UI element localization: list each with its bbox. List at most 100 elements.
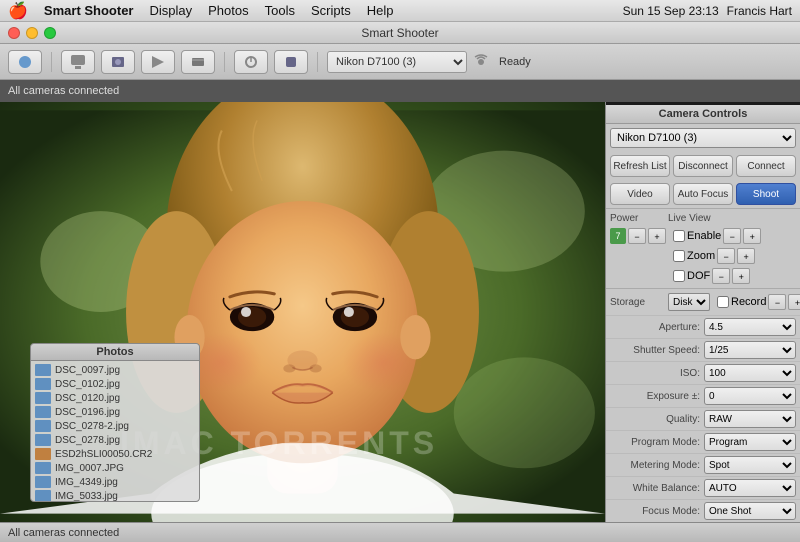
setting-label: Metering Mode:: [610, 460, 704, 471]
toolbar-icon-btn-2[interactable]: [61, 50, 95, 74]
photo-list-item[interactable]: DSC_0120.jpg: [31, 391, 199, 405]
zoom-checkbox[interactable]: [673, 250, 685, 262]
storage-section: Storage Disk Record − +: [606, 288, 800, 315]
photo-filename: DSC_0196.jpg: [55, 407, 120, 418]
close-button[interactable]: [8, 27, 20, 39]
setting-row: Program Mode:Program: [606, 430, 800, 453]
scripts-menu[interactable]: Scripts: [311, 3, 351, 18]
camera-selector-row: Nikon D7100 (3): [606, 124, 800, 152]
setting-row: Quality:RAW: [606, 407, 800, 430]
photo-thumbnail: [35, 378, 51, 390]
apple-menu[interactable]: 🍎: [8, 1, 28, 21]
settings-list: Aperture:4.5Shutter Speed:1/25ISO:100Exp…: [606, 315, 800, 522]
photos-menu[interactable]: Photos: [208, 3, 248, 18]
record-minus-button[interactable]: −: [768, 294, 786, 310]
power-minus-button[interactable]: −: [628, 228, 646, 244]
photo-list-item[interactable]: ESD2hSLI00050.CR2: [31, 447, 199, 461]
photo-list-item[interactable]: DSC_0278-2.jpg: [31, 419, 199, 433]
statusbar-text: All cameras connected: [8, 527, 119, 539]
photo-filename: DSC_0097.jpg: [55, 365, 120, 376]
tools-menu[interactable]: Tools: [265, 3, 295, 18]
camera-dropdown[interactable]: Nikon D7100 (3): [610, 128, 796, 148]
toolbar-icon-btn-7[interactable]: [274, 50, 308, 74]
photo-list-item[interactable]: IMG_4349.jpg: [31, 475, 199, 489]
refresh-list-button[interactable]: Refresh List: [610, 155, 670, 177]
toolbar-icon-btn-3[interactable]: [101, 50, 135, 74]
toolbar-icon-btn-4[interactable]: [141, 50, 175, 74]
record-checkbox[interactable]: [717, 296, 729, 308]
setting-label: Quality:: [610, 414, 704, 425]
photo-list-item[interactable]: IMG_5033.jpg: [31, 489, 199, 501]
dof-plus-button[interactable]: +: [732, 268, 750, 284]
enable-checkbox[interactable]: [673, 230, 685, 242]
action-buttons-row: Video Auto Focus Shoot: [606, 180, 800, 208]
photo-list-item[interactable]: DSC_0102.jpg: [31, 377, 199, 391]
record-plus-button[interactable]: +: [788, 294, 800, 310]
setting-select-iso[interactable]: 100: [704, 364, 796, 382]
photos-list[interactable]: DSC_0097.jpgDSC_0102.jpg DSC_0120.jpg DSC_…: [31, 361, 199, 501]
toolbar-sep-1: [51, 52, 52, 72]
autofocus-button[interactable]: Auto Focus: [673, 183, 733, 205]
setting-row: Aperture:4.5: [606, 315, 800, 338]
dof-minus-button[interactable]: −: [712, 268, 730, 284]
toolbar-icon-btn-6[interactable]: [234, 50, 268, 74]
connect-button[interactable]: Connect: [736, 155, 796, 177]
enable-minus-button[interactable]: −: [723, 228, 741, 244]
setting-row: White Balance:AUTO: [606, 476, 800, 499]
toolbar-sep-2: [224, 52, 225, 72]
zoom-minus-button[interactable]: −: [717, 248, 735, 264]
setting-select-focusmode[interactable]: One Shot: [704, 502, 796, 520]
photo-thumbnail: [35, 476, 51, 488]
power-plus-button[interactable]: +: [648, 228, 666, 244]
setting-label: Exposure ±:: [610, 391, 704, 402]
storage-row: Storage Disk Record − +: [606, 291, 800, 313]
setting-select-exposure[interactable]: 0: [704, 387, 796, 405]
toolbar-icon-btn-5[interactable]: [181, 50, 215, 74]
photo-list-item[interactable]: IMG_0007.JPG: [31, 461, 199, 475]
storage-select[interactable]: Disk: [668, 293, 710, 311]
setting-row: Exposure ±:0: [606, 384, 800, 407]
setting-select-quality[interactable]: RAW: [704, 410, 796, 428]
photo-thumbnail: [35, 434, 51, 446]
setting-select-meteringmode[interactable]: Spot: [704, 456, 796, 474]
photo-thumbnail: [35, 490, 51, 501]
video-button[interactable]: Video: [610, 183, 670, 205]
display-menu[interactable]: Display: [150, 3, 193, 18]
help-menu[interactable]: Help: [367, 3, 394, 18]
photo-list-item[interactable]: DSC_0097.jpg: [31, 363, 199, 377]
setting-label: Focus Mode:: [610, 506, 704, 517]
photo-filename: DSC_0278-2.jpg: [55, 421, 129, 432]
enable-label: Enable: [687, 230, 721, 242]
photos-panel: Photos DSC_0097.jpgDSC_0102.jpgDSC_0120.…: [30, 343, 200, 502]
maximize-button[interactable]: [44, 27, 56, 39]
dof-checkbox[interactable]: [673, 270, 685, 282]
photo-thumbnail: [35, 420, 51, 432]
app-name-menu[interactable]: Smart Shooter: [44, 3, 134, 18]
photo-area[interactable]: IMAC TORRENTS Photos DSC_0097.jpgDSC_010…: [0, 102, 605, 522]
camera-select[interactable]: Nikon D7100 (3): [327, 51, 467, 73]
setting-row: Focus Mode:One Shot: [606, 499, 800, 522]
zoom-plus-button[interactable]: +: [737, 248, 755, 264]
photo-filename: DSC_0120.jpg: [55, 393, 120, 404]
photo-list-item[interactable]: DSC_0278.jpg: [31, 433, 199, 447]
photo-thumbnail: [35, 448, 51, 460]
setting-select-programmode[interactable]: Program: [704, 433, 796, 451]
disconnect-button[interactable]: Disconnect: [673, 155, 733, 177]
minimize-button[interactable]: [26, 27, 38, 39]
photo-thumbnail: [35, 364, 51, 376]
setting-row: Metering Mode:Spot: [606, 453, 800, 476]
photo-list-item[interactable]: DSC_0196.jpg: [31, 405, 199, 419]
setting-label: ISO:: [610, 368, 704, 379]
toolbar-icon-btn-1[interactable]: [8, 50, 42, 74]
histogram: _DSC3390.jpg: [606, 102, 800, 105]
setting-select-whitebalance[interactable]: AUTO: [704, 479, 796, 497]
photo-filename: DSC_0278.jpg: [55, 435, 120, 446]
enable-plus-button[interactable]: +: [743, 228, 761, 244]
setting-row: Shutter Speed:1/25: [606, 338, 800, 361]
photo-filename: IMG_5033.jpg: [55, 491, 118, 502]
shoot-button[interactable]: Shoot: [736, 183, 796, 205]
setting-select-shutterspeed[interactable]: 1/25: [704, 341, 796, 359]
histogram-filename: _DSC3390.jpg: [737, 104, 796, 105]
setting-select-aperture[interactable]: 4.5: [704, 318, 796, 336]
user-name: Francis Hart: [727, 4, 792, 18]
